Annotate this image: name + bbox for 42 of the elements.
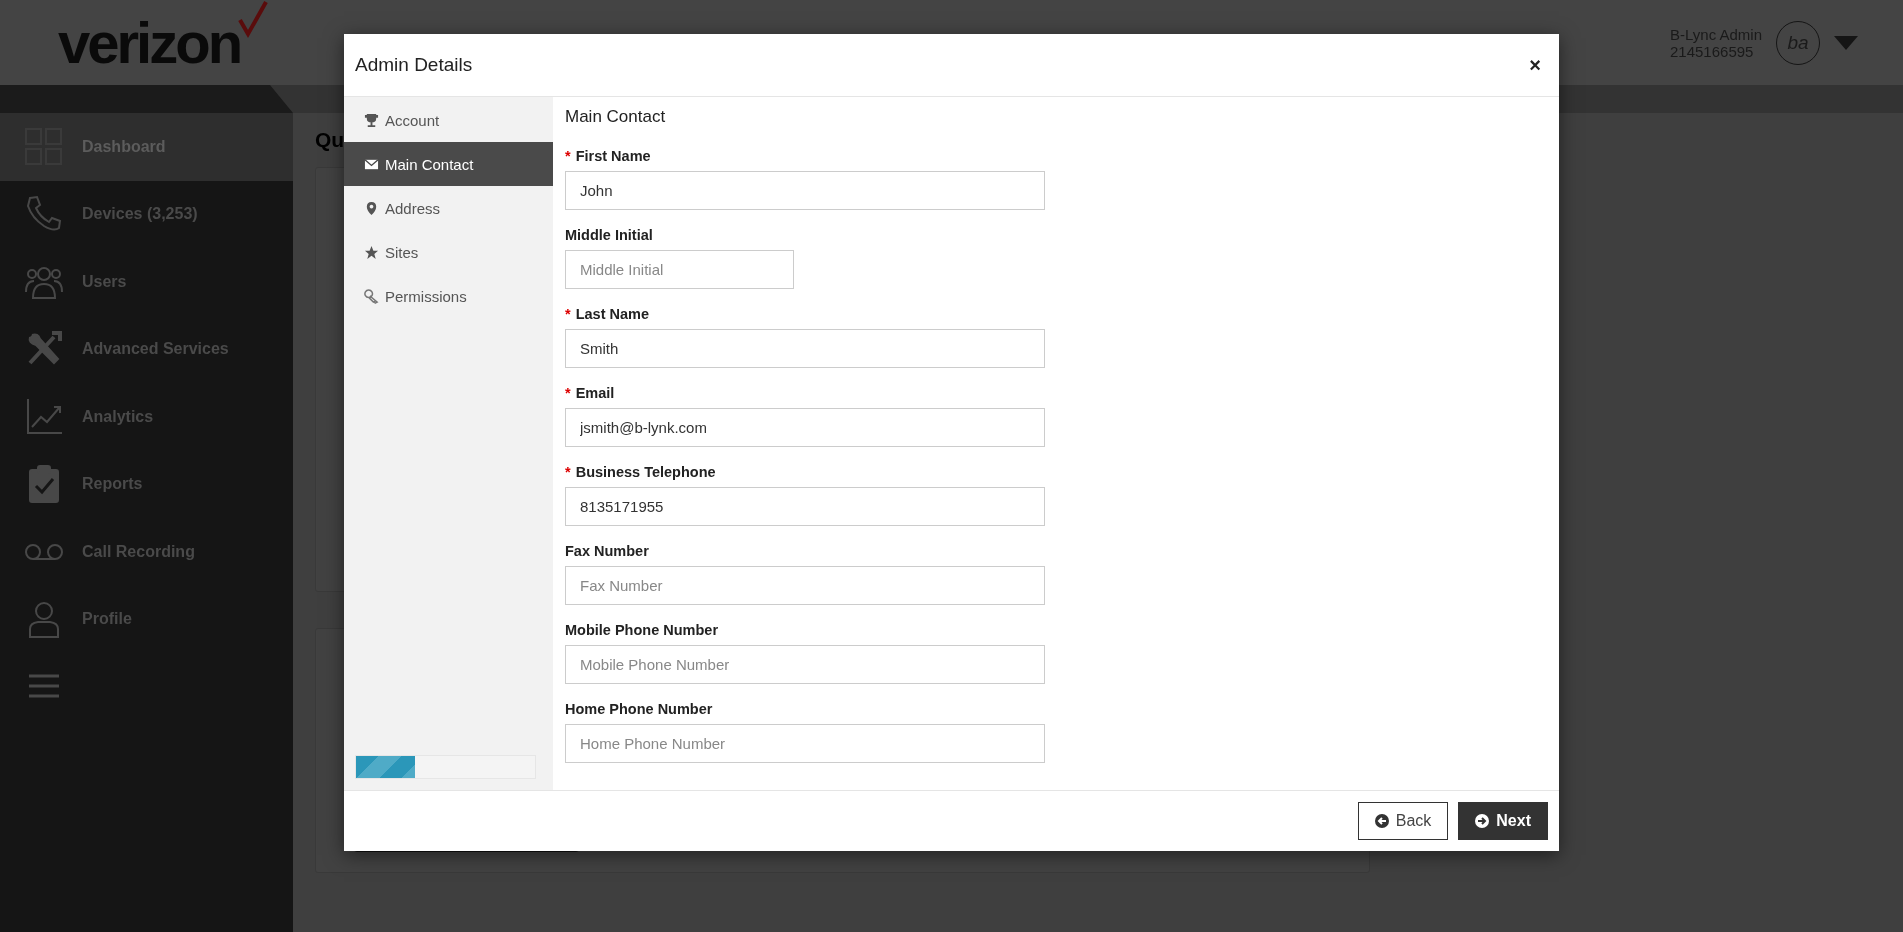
star-icon [364,244,379,260]
input-field[interactable]: John [565,171,1045,210]
page-heading: Qu [315,127,345,153]
next-button[interactable]: Next [1458,802,1548,840]
wizard-step[interactable]: Account [344,98,553,142]
section-title: Main Contact [565,107,666,127]
check-mark-icon [238,0,269,40]
field-label: Mobile Phone Number [565,622,719,638]
close-button[interactable]: × [1523,53,1547,77]
chart-icon [24,396,64,437]
required-mark: * [565,464,571,480]
trophy-icon [364,112,379,128]
input-field[interactable]: Mobile Phone Number [565,645,1045,684]
input-field[interactable]: jsmith@b-lynk.com [565,408,1045,447]
input-field[interactable]: Home Phone Number [565,724,1045,763]
field-label: First Name [575,148,651,164]
dialog-title: Admin Details [355,54,473,76]
arrow-left-circle-icon [1374,814,1389,828]
field-label: Fax Number [565,543,649,559]
input-field[interactable]: Middle Initial [565,250,794,289]
field-label: Business Telephone [575,464,716,480]
required-mark: * [565,385,571,401]
input-field[interactable]: 8135171955 [565,487,1045,526]
envelope-icon [364,156,379,172]
key-icon [364,288,379,304]
arrow-right-circle-icon [1475,814,1490,828]
wizard-step[interactable]: Address [344,186,553,230]
back-button[interactable]: Back [1357,802,1449,840]
map-pin-icon [364,200,379,216]
field-label: Middle Initial [565,227,653,243]
field-label: Home Phone Number [565,701,713,717]
required-mark: * [565,148,571,164]
wizard-step[interactable]: Main Contact [344,142,553,186]
input-field[interactable]: Fax Number [565,566,1045,605]
wizard-step[interactable]: Sites [344,230,553,274]
dropdown-caret-icon[interactable] [1834,35,1858,50]
required-mark: * [565,306,571,322]
input-field[interactable]: Smith [565,329,1045,368]
menu-icon[interactable] [29,673,59,699]
field-label: Email [575,385,615,401]
wizard-step[interactable]: Permissions [344,274,553,318]
field-label: Last Name [575,306,649,322]
